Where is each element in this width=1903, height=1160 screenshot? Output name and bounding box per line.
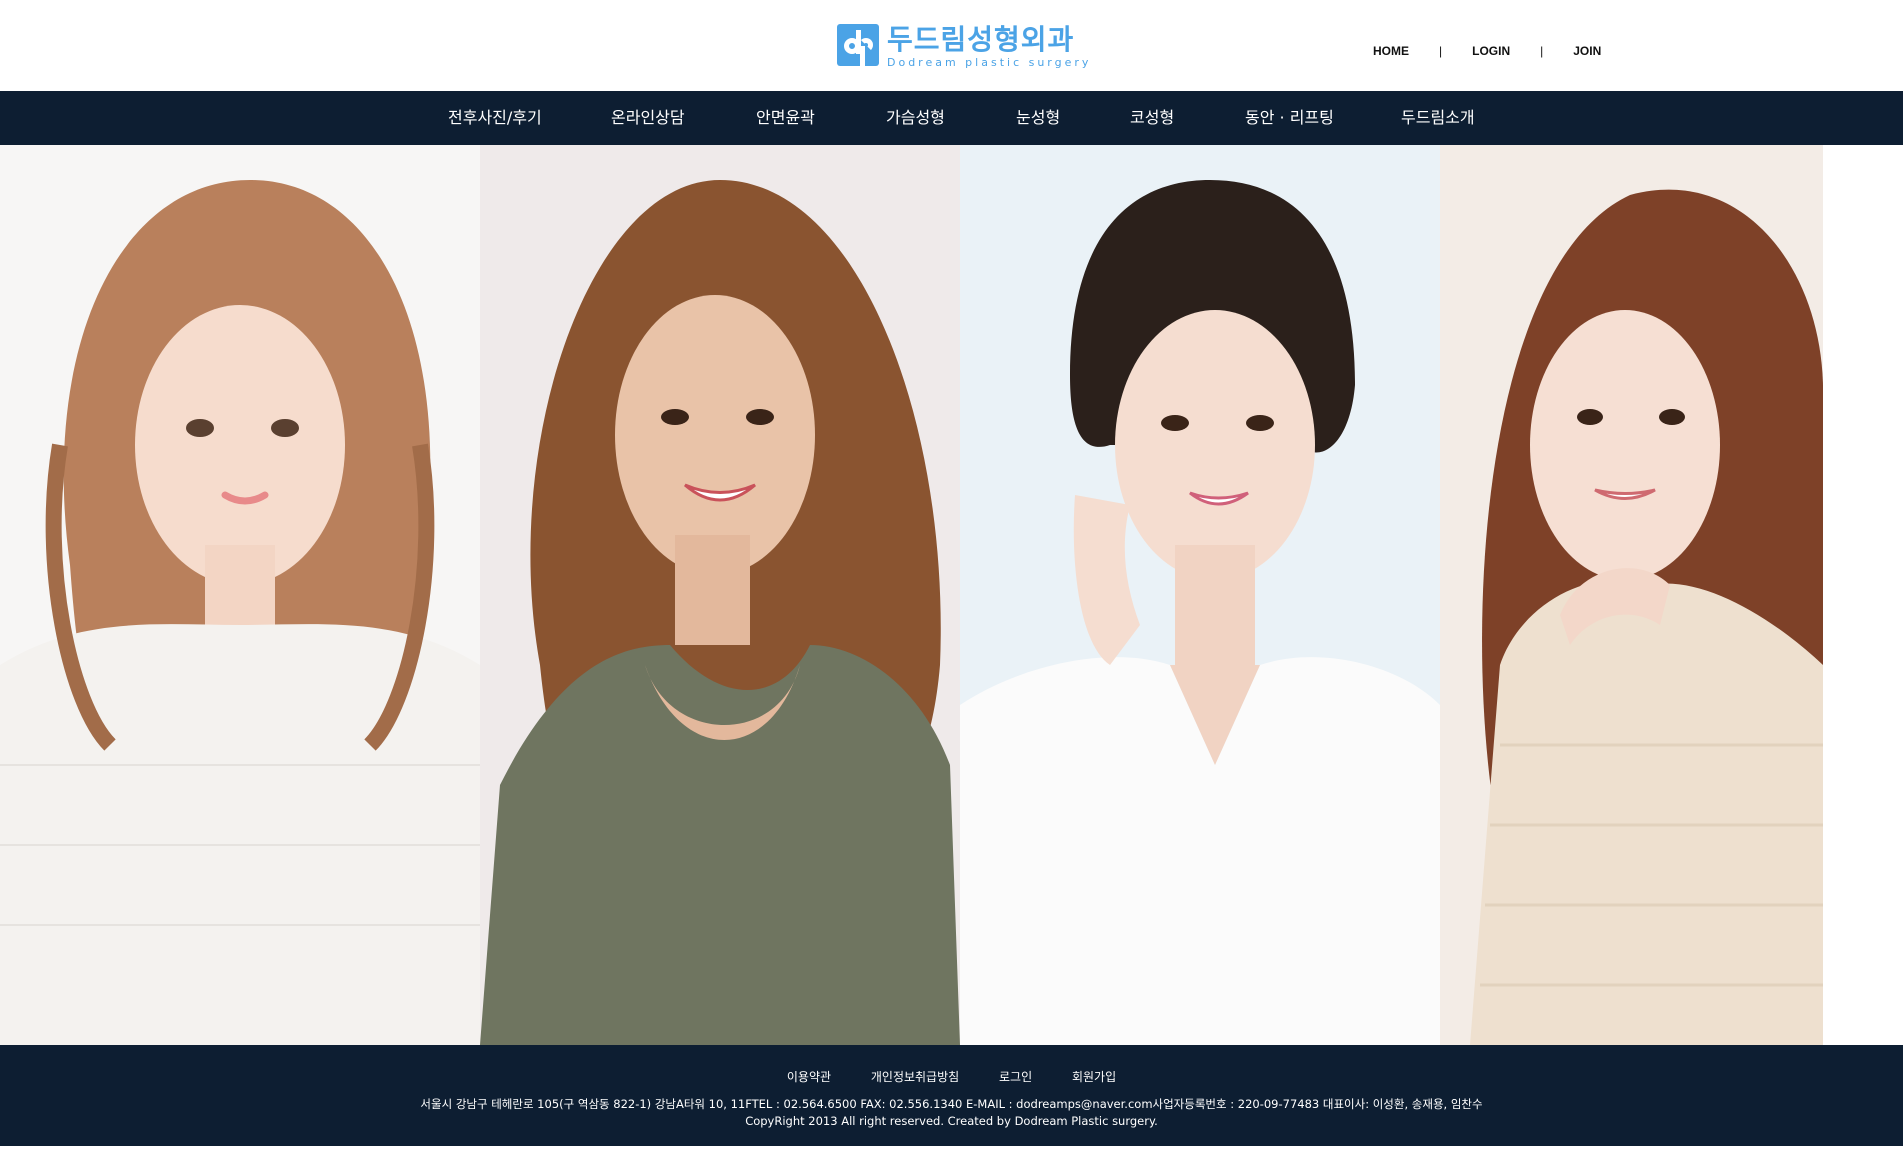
hero-photo-3[interactable]	[960, 145, 1440, 1045]
main-nav: 전후사진/후기 온라인상담 안면윤곽 가슴성형 눈성형 코성형 동안 · 리프팅…	[0, 91, 1903, 145]
footer-copyright: CopyRight 2013 All right reserved. Creat…	[745, 1114, 1158, 1128]
login-link[interactable]: LOGIN	[1472, 44, 1510, 58]
footer-terms-link[interactable]: 이용약관	[787, 1070, 831, 1084]
nav-item-about[interactable]: 두드림소개	[1401, 91, 1475, 145]
footer-links: 이용약관 개인정보취급방침 로그인 회원가입	[0, 1068, 1903, 1085]
nav-item-facial-contour[interactable]: 안면윤곽	[756, 91, 815, 145]
site-footer: 이용약관 개인정보취급방침 로그인 회원가입 서울시 강남구 테헤란로 105(…	[0, 1045, 1903, 1146]
site-logo[interactable]: 두드림성형외과 Dodream plastic surgery	[837, 24, 1091, 69]
home-link[interactable]: HOME	[1373, 44, 1409, 58]
nav-item-nose[interactable]: 코성형	[1130, 91, 1174, 145]
hero-gallery	[0, 145, 1903, 1045]
link-separator: |	[1540, 44, 1544, 58]
footer-join-link[interactable]: 회원가입	[1072, 1070, 1116, 1084]
hero-photo-4[interactable]	[1440, 145, 1823, 1045]
nav-item-breast[interactable]: 가슴성형	[886, 91, 945, 145]
nav-item-antiaging-lifting[interactable]: 동안 · 리프팅	[1245, 91, 1334, 145]
join-link[interactable]: JOIN	[1573, 44, 1601, 58]
logo-mark-icon	[837, 24, 879, 66]
logo-title-ko: 두드림성형외과	[887, 23, 1075, 56]
hero-photo-2[interactable]	[480, 145, 960, 1045]
site-header: 두드림성형외과 Dodream plastic surgery HOME | L…	[0, 0, 1903, 91]
footer-address: 서울시 강남구 테헤란로 105(구 역삼동 822-1) 강남A타워 10, …	[420, 1097, 1483, 1111]
logo-text: 두드림성형외과 Dodream plastic surgery	[887, 24, 1091, 69]
nav-item-eye[interactable]: 눈성형	[1016, 91, 1060, 145]
footer-privacy-link[interactable]: 개인정보취급방침	[871, 1070, 959, 1084]
logo-subtitle-en: Dodream plastic surgery	[887, 56, 1092, 69]
hero-photo-1[interactable]	[0, 145, 480, 1045]
footer-login-link[interactable]: 로그인	[999, 1070, 1032, 1084]
nav-item-online-consult[interactable]: 온라인상담	[611, 91, 685, 145]
link-separator: |	[1439, 44, 1443, 58]
nav-item-before-after[interactable]: 전후사진/후기	[448, 91, 542, 145]
top-links: HOME | LOGIN | JOIN	[1373, 44, 1601, 58]
